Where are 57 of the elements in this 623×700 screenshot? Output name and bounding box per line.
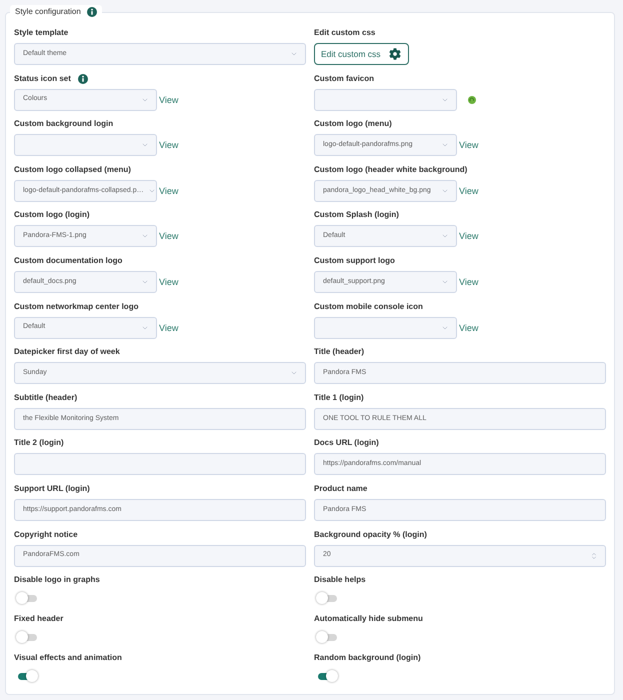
field-label: Custom support logo — [314, 254, 395, 267]
field-label: Style template — [14, 27, 68, 39]
field-label: Title 1 (login) — [314, 392, 364, 404]
field-label: Random background (login) — [314, 652, 421, 664]
field-label: Custom logo collapsed (menu) — [14, 164, 131, 176]
view-link[interactable]: View — [459, 230, 478, 242]
edit-css-button[interactable]: Edit custom css — [314, 43, 409, 65]
field-label: Disable helps — [314, 574, 366, 586]
view-link[interactable]: View — [159, 184, 178, 197]
toggle-switch[interactable] — [316, 670, 338, 682]
field-label: Custom networkmap center logo — [14, 300, 138, 313]
select-field[interactable] — [14, 134, 157, 156]
field-label: Status icon set — [14, 72, 71, 85]
field-label: Custom logo (menu) — [314, 118, 392, 130]
select-field[interactable] — [314, 316, 457, 339]
view-link[interactable]: View — [159, 139, 178, 152]
field-label: Title (header) — [314, 346, 364, 358]
select-field[interactable] — [314, 88, 457, 111]
toggle-switch[interactable] — [16, 631, 38, 644]
toggle-switch[interactable] — [16, 670, 38, 682]
section-title: Style configuration — [15, 6, 81, 18]
favicon-icon — [468, 96, 476, 104]
field-label: Disable logo in graphs — [14, 574, 100, 586]
field-label: Fixed header — [14, 613, 64, 626]
settings-icon — [388, 48, 401, 60]
field-label: Subtitle (header) — [14, 392, 78, 404]
view-link[interactable]: View — [459, 322, 478, 334]
field-label: Visual effects and animation — [14, 652, 122, 664]
field-label: Custom documentation logo — [14, 254, 122, 267]
chevron-icon — [290, 50, 298, 58]
toggle-switch[interactable] — [16, 592, 38, 604]
field-label: Custom mobile console icon — [314, 300, 423, 313]
stepper-icon[interactable] — [590, 552, 598, 560]
toggle-switch[interactable] — [316, 592, 338, 604]
field-label: Custom favicon — [314, 72, 374, 85]
view-link[interactable]: View — [459, 184, 478, 197]
view-link[interactable]: View — [159, 276, 178, 288]
view-link[interactable]: View — [159, 94, 178, 106]
view-link[interactable]: View — [159, 322, 178, 334]
view-link[interactable]: View — [159, 230, 178, 242]
field-label: Custom Splash (login) — [314, 209, 399, 222]
field-label: Background opacity % (login) — [314, 528, 427, 541]
field-label: Edit custom css — [314, 27, 376, 39]
view-link[interactable]: View — [459, 139, 478, 152]
field-label: Docs URL (login) — [314, 437, 379, 450]
field-label: Custom background login — [14, 118, 114, 130]
view-link[interactable]: View — [459, 276, 478, 288]
field-label: Title 2 (login) — [14, 437, 64, 450]
field-label: Custom logo (header white background) — [314, 164, 468, 176]
text-field[interactable] — [14, 453, 306, 476]
field-label: Copyright notice — [14, 528, 78, 541]
field-label: Support URL (login) — [14, 482, 90, 495]
toggle-switch[interactable] — [316, 631, 338, 644]
field-label: Automatically hide submenu — [314, 613, 423, 626]
field-label: Datepicker first day of week — [14, 346, 120, 358]
field-label: Product name — [314, 482, 368, 495]
field-label: Custom logo (login) — [14, 209, 90, 222]
